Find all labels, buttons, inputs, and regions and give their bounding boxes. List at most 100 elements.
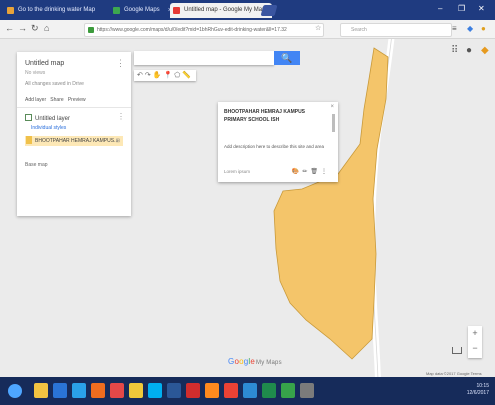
panel-actions: Add layer Share Preview: [25, 97, 86, 103]
browser-search-input[interactable]: Search: [340, 23, 452, 37]
favicon-icon: [173, 7, 180, 14]
search-placeholder: Search: [351, 27, 367, 33]
address-bar-row: ← → ↻ ⌂ https://www.google.com/maps/d/u/…: [0, 20, 495, 39]
layer-options-icon[interactable]: ⋮: [117, 112, 125, 121]
share-button[interactable]: Share: [50, 97, 63, 103]
map-canvas[interactable]: Untitled map No views All changes saved …: [0, 39, 495, 377]
my-maps-logo-icon: ◆: [481, 45, 489, 56]
map-attribution[interactable]: Map data ©2017 Google Terms: [426, 371, 482, 376]
feature-tools: 🎨✏🗑⋮: [292, 168, 330, 175]
ie-browser-icon[interactable]: [53, 383, 67, 398]
system-tray[interactable]: 10:15 12/6/2017: [467, 383, 489, 397]
url-input[interactable]: https://www.google.com/maps/d/u/0/edit?m…: [84, 23, 324, 37]
card-scrollbar[interactable]: [332, 114, 335, 132]
preview-button[interactable]: Preview: [68, 97, 86, 103]
tray-date: 12/6/2017: [466, 390, 489, 396]
chrome-alt-icon[interactable]: [224, 383, 238, 398]
tray-time: 10:15: [476, 383, 489, 389]
tab-drinking-water[interactable]: Go to the drinking water Map ×: [4, 3, 122, 18]
zoom-out-button[interactable]: −: [468, 341, 482, 356]
feature-style-icon[interactable]: ⊞: [116, 136, 120, 146]
layer-feature-item[interactable]: BHOOTPAHAR HEMRAJ KAMPUS... ⊞: [25, 136, 123, 146]
delete-icon[interactable]: 🗑: [310, 169, 321, 175]
layer-checkbox[interactable]: [25, 114, 32, 121]
map-views: No views: [25, 70, 46, 76]
menu-icon[interactable]: ≡: [452, 24, 457, 33]
reload-button[interactable]: ↻: [31, 23, 39, 34]
pegman-icon[interactable]: [452, 347, 462, 354]
home-button[interactable]: ⌂: [44, 23, 49, 33]
hand-icon[interactable]: ✋: [153, 72, 164, 79]
apps-grid-icon[interactable]: ⠿: [451, 45, 458, 56]
style-icon[interactable]: 🎨: [292, 169, 302, 175]
marker-icon[interactable]: 📍: [163, 72, 174, 79]
feature-title: BHOOTPAHAR HEMRAJ KAMPUS PRIMARY SCHOOL …: [224, 109, 306, 123]
more-icon[interactable]: ⋮: [321, 169, 330, 175]
windows-taskbar: 10:15 12/6/2017: [0, 377, 495, 405]
tab-label: Google Maps: [124, 7, 160, 13]
url-text: https://www.google.com/maps/d/u/0/edit?m…: [97, 27, 287, 33]
google-logo-letter: e: [250, 357, 256, 366]
measure-icon[interactable]: 📏: [182, 72, 193, 79]
feature-description: Add description here to describe this si…: [224, 144, 325, 149]
close-icon[interactable]: ×: [330, 104, 334, 110]
excel-app-icon[interactable]: [262, 383, 276, 398]
save-status: All changes saved in Drive: [25, 81, 84, 87]
forward-button[interactable]: →: [18, 23, 27, 33]
google-logo: GoogleMy Maps: [228, 357, 282, 366]
skype-app-icon[interactable]: [148, 383, 162, 398]
file-explorer-icon[interactable]: [34, 383, 48, 398]
redo-icon[interactable]: ↷: [145, 72, 153, 79]
add-layer-button[interactable]: Add layer: [25, 97, 46, 103]
undo-icon[interactable]: ↶: [137, 72, 145, 79]
maximize-button[interactable]: ❐: [458, 4, 465, 13]
chrome-browser-icon[interactable]: [129, 383, 143, 398]
favicon-icon: [113, 7, 120, 14]
minimize-button[interactable]: –: [438, 4, 442, 13]
firefox-browser-icon[interactable]: [205, 383, 219, 398]
feature-footer: Lorem ipsum: [224, 169, 251, 174]
extension-icon[interactable]: ◆: [467, 24, 473, 33]
feature-label: BHOOTPAHAR HEMRAJ KAMPUS...: [35, 138, 119, 144]
map-options-icon[interactable]: ⋮: [116, 58, 125, 69]
profile-icon[interactable]: ●: [481, 24, 486, 33]
tab-label: Go to the drinking water Map: [18, 7, 96, 13]
opera-browser-icon[interactable]: [186, 383, 200, 398]
map-toolbar: ↶↷✋📍⬠📏: [134, 70, 196, 81]
layer-header[interactable]: Untitled layer: [25, 114, 70, 122]
photos-app-icon[interactable]: [243, 383, 257, 398]
area-polygon[interactable]: [273, 47, 389, 360]
media-player-icon[interactable]: [91, 383, 105, 398]
bookmark-icon[interactable]: ☆: [315, 24, 321, 32]
tab-label: Untitled map - Google My Maps: [184, 7, 269, 13]
close-window-button[interactable]: ✕: [478, 4, 485, 13]
divider: [17, 107, 131, 108]
feature-info-card: BHOOTPAHAR HEMRAJ KAMPUS PRIMARY SCHOOL …: [218, 102, 338, 182]
lock-icon: [88, 27, 94, 33]
screen: Go to the drinking water Map × Google Ma…: [0, 0, 495, 405]
zoom-control: + −: [468, 326, 482, 358]
start-button-icon[interactable]: [8, 384, 22, 398]
tab-my-maps[interactable]: Untitled map - Google My Maps ×: [170, 3, 272, 18]
zoom-in-button[interactable]: +: [468, 326, 482, 341]
my-maps-text: My Maps: [256, 360, 282, 366]
camera-app-icon[interactable]: [300, 383, 314, 398]
tab-google-maps[interactable]: Google Maps ×: [110, 3, 176, 18]
feature-color-swatch: [26, 136, 32, 144]
favicon-icon: [7, 7, 14, 14]
windows-store-icon[interactable]: [72, 383, 86, 398]
individual-styles-link[interactable]: Individual styles: [31, 125, 66, 131]
paint-app-icon[interactable]: [110, 383, 124, 398]
map-search-input[interactable]: [134, 51, 274, 65]
music-app-icon[interactable]: [281, 383, 295, 398]
word-app-icon[interactable]: [167, 383, 181, 398]
map-legend-panel: Untitled map No views All changes saved …: [17, 52, 131, 216]
account-icon[interactable]: ●: [466, 45, 472, 56]
base-map-toggle[interactable]: Base map: [25, 162, 48, 168]
layer-name: Untitled layer: [35, 116, 71, 122]
map-title[interactable]: Untitled map: [25, 60, 64, 67]
back-button[interactable]: ←: [5, 23, 14, 33]
map-search-button[interactable]: 🔍: [274, 51, 300, 65]
new-tab-button[interactable]: [260, 5, 278, 16]
browser-tab-bar: Go to the drinking water Map × Google Ma…: [0, 0, 495, 20]
